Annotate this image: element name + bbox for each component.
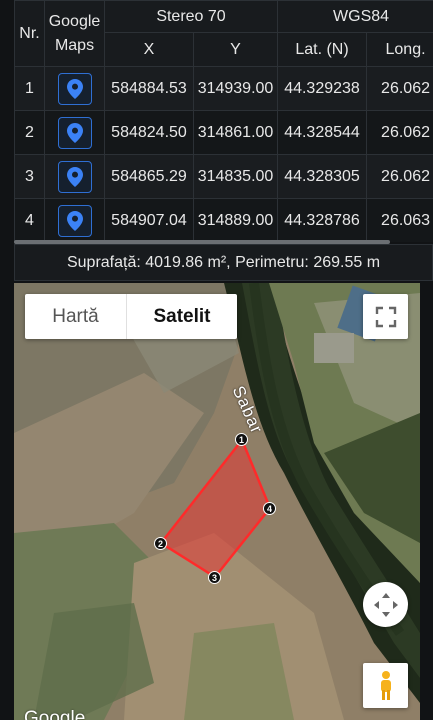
map-pin-icon — [66, 78, 83, 99]
table-row: 2 584824.50 314861.00 44.328544 26.062 — [14, 110, 433, 155]
table-row: 3 584865.29 314835.00 44.328305 26.062 — [14, 154, 433, 199]
street-view-pegman-button[interactable] — [363, 663, 408, 708]
cell-y: 314889.00 — [192, 198, 279, 242]
map-type-satellite-button[interactable]: Satelit — [127, 294, 237, 339]
header-y: Y — [192, 32, 279, 67]
satellite-map[interactable]: 1 2 3 4 Sabar Hartă Satelit Google — [14, 283, 420, 720]
map-pin-icon — [66, 166, 83, 187]
map-type-control: Hartă Satelit — [25, 294, 237, 339]
cell-x: 584907.04 — [104, 198, 194, 242]
table-row: 4 584907.04 314889.00 44.328786 26.063 — [14, 198, 433, 242]
vertex-marker-3[interactable]: 3 — [208, 571, 221, 584]
cell-lat: 44.329238 — [277, 66, 368, 111]
google-maps-pin-button[interactable] — [57, 204, 92, 237]
cell-lat: 44.328305 — [277, 154, 368, 199]
cell-long: 26.062 — [366, 154, 433, 199]
coordinates-table: Nr. Google Maps Stereo 70 WGS84 X Y Lat.… — [14, 0, 433, 242]
cell-y: 314939.00 — [192, 66, 279, 111]
row-nr: 4 — [14, 198, 45, 242]
google-maps-pin-button[interactable] — [57, 116, 92, 149]
row-nr: 1 — [14, 66, 45, 111]
vertex-marker-1[interactable]: 1 — [235, 433, 248, 446]
area-perimeter-summary: Suprafață: 4019.86 m², Perimetru: 269.55… — [14, 244, 433, 281]
cell-lat: 44.328786 — [277, 198, 368, 242]
cell-y: 314835.00 — [192, 154, 279, 199]
header-wgs84: WGS84 — [277, 0, 433, 33]
camera-control-button[interactable] — [363, 582, 408, 627]
table-row: 1 584884.53 314939.00 44.329238 26.062 — [14, 66, 433, 111]
parcel-polygon-layer — [159, 437, 272, 579]
cell-long: 26.062 — [366, 110, 433, 155]
header-long: Long. — [366, 32, 433, 67]
google-attribution-logo: Google — [24, 708, 86, 720]
google-maps-pin-button[interactable] — [57, 160, 92, 193]
header-x: X — [104, 32, 194, 67]
cell-long: 26.062 — [366, 66, 433, 111]
cell-x: 584865.29 — [104, 154, 194, 199]
header-lat: Lat. (N) — [277, 32, 368, 67]
pegman-icon — [380, 670, 391, 700]
row-nr: 2 — [14, 110, 45, 155]
summary-text: Suprafață: 4019.86 m², Perimetru: 269.55… — [66, 253, 381, 271]
vertex-marker-4[interactable]: 4 — [263, 502, 276, 515]
parcel-polygon — [159, 437, 272, 579]
cell-lat: 44.328544 — [277, 110, 368, 155]
vertex-marker-2[interactable]: 2 — [154, 537, 167, 550]
header-google-maps: Google Maps — [44, 0, 105, 67]
header-nr: Nr. — [14, 0, 45, 67]
fullscreen-icon — [375, 306, 396, 327]
coordinates-table-container[interactable]: Nr. Google Maps Stereo 70 WGS84 X Y Lat.… — [14, 0, 433, 242]
move-arrows-icon — [373, 592, 398, 617]
cell-long: 26.063 — [366, 198, 433, 242]
cell-x: 584884.53 — [104, 66, 194, 111]
google-maps-pin-button[interactable] — [57, 72, 92, 105]
cell-y: 314861.00 — [192, 110, 279, 155]
map-type-map-button[interactable]: Hartă — [25, 294, 127, 339]
fullscreen-button[interactable] — [363, 294, 408, 339]
row-nr: 3 — [14, 154, 45, 199]
map-pin-icon — [66, 210, 83, 231]
map-pin-icon — [66, 122, 83, 143]
cell-x: 584824.50 — [104, 110, 194, 155]
header-stereo-70: Stereo 70 — [103, 0, 279, 33]
